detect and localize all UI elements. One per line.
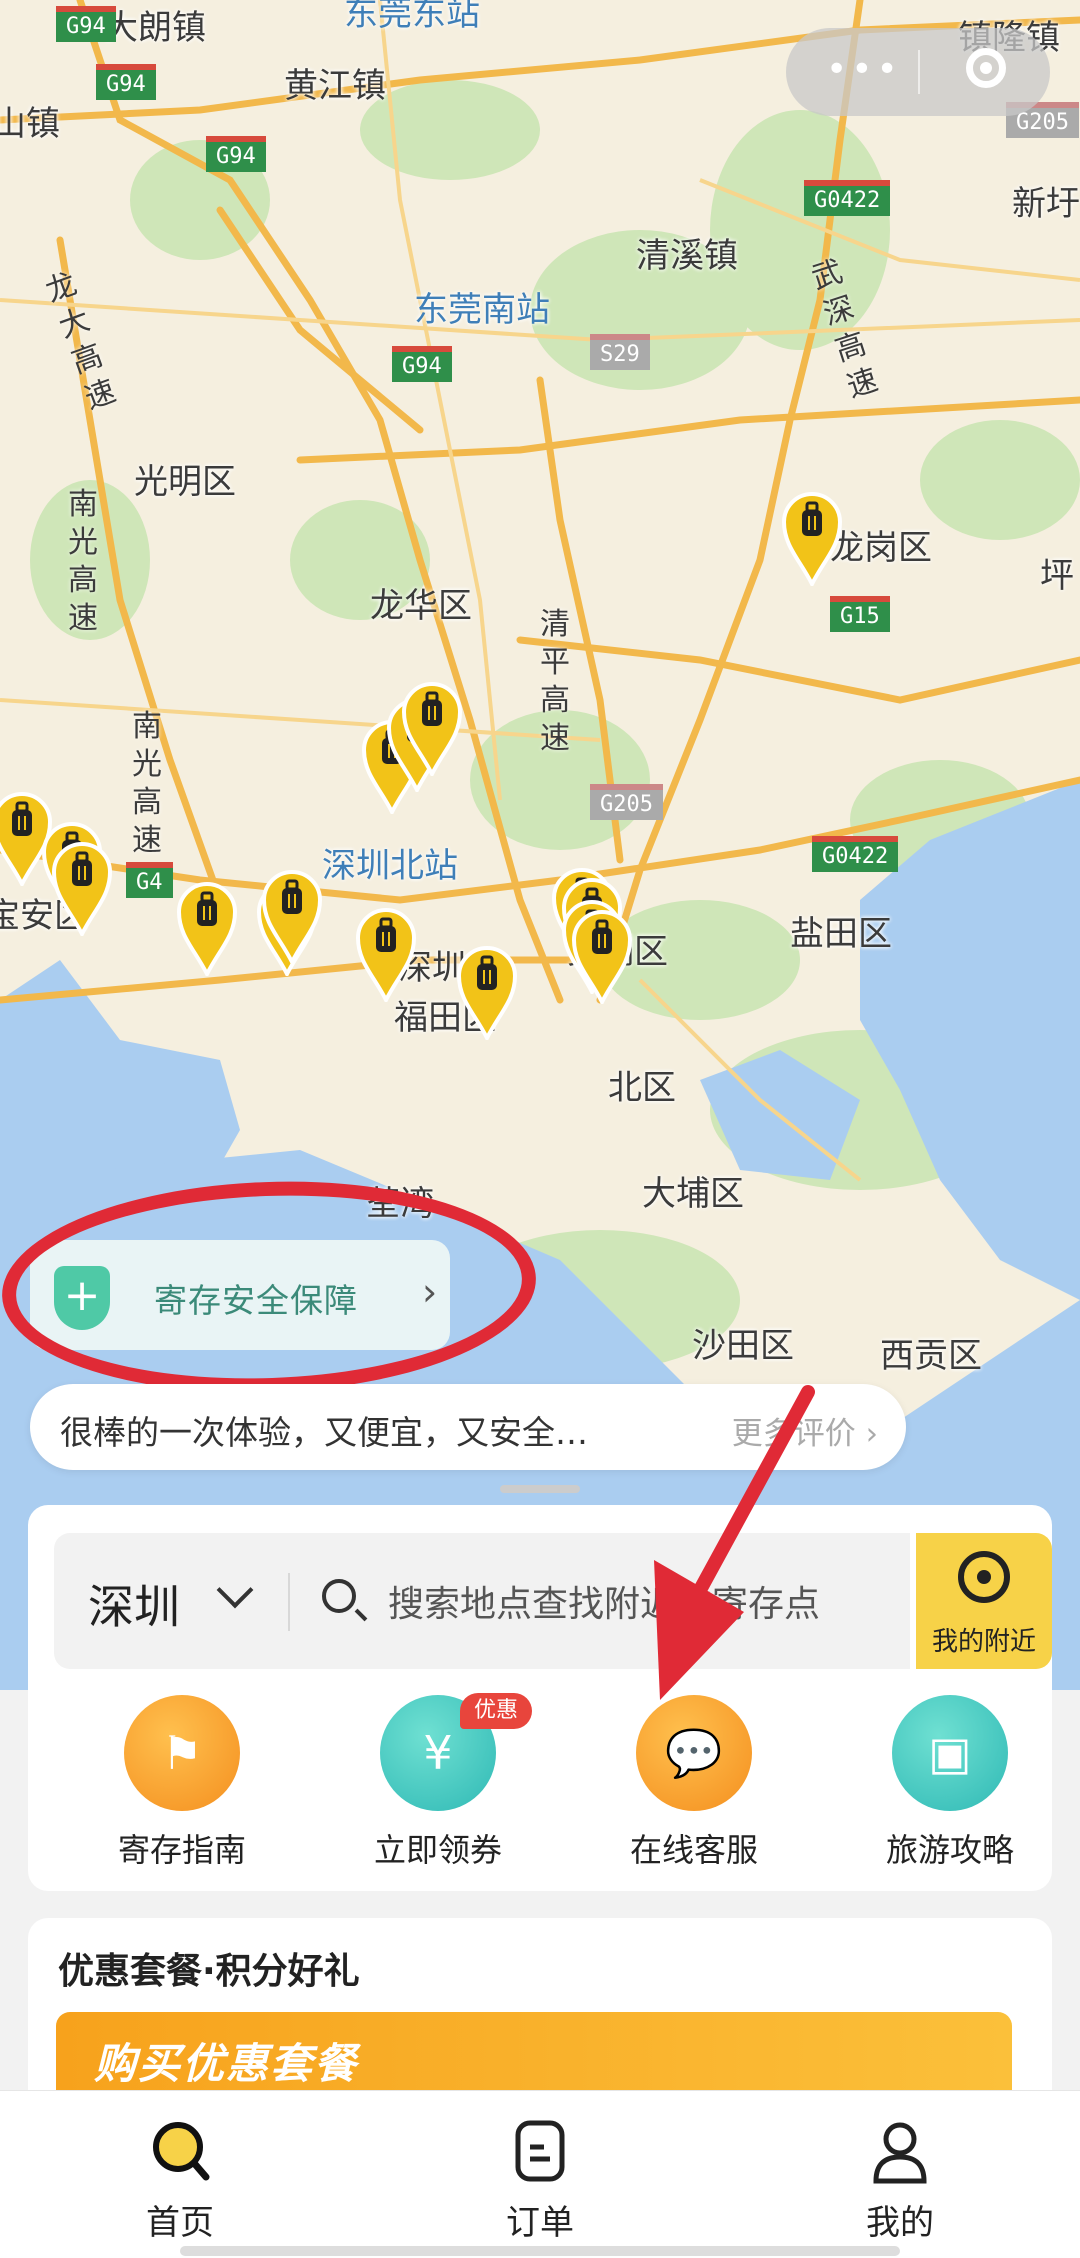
- road-shield-7: S29: [590, 334, 650, 370]
- storage-pin-icon[interactable]: [400, 680, 464, 776]
- tab-home-label: 首页: [146, 2203, 214, 2243]
- locate-icon: [958, 1551, 1010, 1603]
- storage-pin-icon[interactable]: [175, 880, 239, 976]
- promo-card: 优惠套餐·积分好礼 购买优惠套餐: [28, 1918, 1052, 2118]
- search-bar[interactable]: 深圳 搜索地点查找附近的寄存点: [54, 1533, 910, 1669]
- map-label-16: 盐田区: [790, 914, 892, 954]
- tab-orders[interactable]: 订单: [360, 2091, 720, 2258]
- storage-pin-icon[interactable]: [260, 868, 324, 964]
- more-dots-icon[interactable]: •••: [826, 52, 902, 88]
- search-divider: [288, 1573, 290, 1631]
- map-label-20: 大埔区: [642, 1174, 744, 1214]
- tab-orders-label: 订单: [506, 2203, 574, 2243]
- discount-badge: 优惠: [460, 1693, 533, 1729]
- map-label-9: 光明区: [134, 462, 236, 502]
- online-service-label: 在线客服: [629, 1831, 758, 1869]
- my-nearby-label: 我的附近: [931, 1627, 1036, 1657]
- map-road-label-3: 清平高速: [540, 607, 570, 756]
- chat-bubble-icon: 💬: [636, 1695, 752, 1811]
- road-shield-8: G15: [830, 596, 890, 632]
- tab-home[interactable]: 首页: [0, 2091, 360, 2258]
- map-label-10: 龙岗区: [830, 528, 932, 568]
- map-label-22: 西贡区: [880, 1336, 982, 1376]
- quick-get-coupon[interactable]: ¥ 优惠 立即领券: [338, 1693, 538, 1869]
- chevron-down-icon[interactable]: [216, 1571, 254, 1609]
- mini-program-capsule: •••: [786, 28, 1050, 116]
- road-shield-9: G205: [590, 784, 663, 820]
- map-label-4: 山镇: [0, 104, 60, 144]
- storage-pin-icon[interactable]: [570, 908, 634, 1004]
- map-road-label-2: 南光高速: [68, 487, 98, 636]
- my-nearby-button[interactable]: 我的附近: [916, 1533, 1052, 1669]
- bottom-tab-bar: 首页 订单 我的: [0, 2090, 1080, 2258]
- order-icon: [515, 2120, 565, 2182]
- storage-pin-icon[interactable]: [455, 944, 519, 1040]
- road-shield-6: G94: [392, 346, 452, 382]
- storage-guide-label: 寄存指南: [117, 1831, 246, 1869]
- search-icon: [322, 1579, 356, 1613]
- quick-online-service[interactable]: 💬 在线客服: [594, 1695, 794, 1869]
- search-card: 深圳 搜索地点查找附近的寄存点 我的附近 ⚑ 寄存指南 ¥ 优惠 立即领券 💬 …: [28, 1505, 1052, 1891]
- map-road-label-5: 南光高速: [132, 709, 162, 858]
- quick-storage-guide[interactable]: ⚑ 寄存指南: [82, 1695, 282, 1869]
- storage-pin-icon[interactable]: [354, 906, 418, 1002]
- map-label-13: 深圳北站: [322, 846, 458, 886]
- capsule-divider: [918, 50, 920, 94]
- promo-heading: 优惠套餐·积分好礼: [58, 1951, 360, 1992]
- promo-banner-text: 购买优惠套餐: [94, 2039, 359, 2088]
- map-label-7: 清溪镇: [636, 236, 738, 276]
- more-reviews-link[interactable]: 更多评价 ›: [732, 1408, 878, 1453]
- map-label-6: 新圩: [1012, 184, 1080, 224]
- tab-mine-label: 我的: [866, 2203, 934, 2243]
- get-coupon-label: 立即领券: [373, 1831, 502, 1869]
- drag-handle[interactable]: [500, 1485, 580, 1493]
- tab-mine[interactable]: 我的: [720, 2091, 1080, 2258]
- map-label-21: 沙田区: [692, 1326, 794, 1366]
- map-label-1: 大朗镇: [104, 8, 206, 48]
- search-home-icon: [153, 2122, 210, 2181]
- map-label-8: 东莞南站: [414, 290, 550, 330]
- road-shield-10: G0422: [812, 836, 899, 872]
- review-text: 很棒的一次体验，又便宜，又安全…: [60, 1413, 588, 1452]
- travel-guide-label: 旅游攻略: [885, 1831, 1014, 1869]
- profile-icon: [873, 2122, 927, 2184]
- road-shield-1: G94: [56, 6, 116, 42]
- map-label-19: 北区: [608, 1068, 676, 1108]
- storage-pin-icon[interactable]: [50, 840, 114, 936]
- map-label-12: 龙华区: [370, 586, 472, 626]
- map-label-11: 坪: [1040, 556, 1074, 596]
- review-strip[interactable]: 很棒的一次体验，又便宜，又安全… 更多评价 ›: [30, 1384, 906, 1470]
- city-selector[interactable]: 深圳: [88, 1571, 180, 1637]
- road-shield-2: G94: [96, 64, 156, 100]
- road-shield-11: G4: [126, 862, 173, 898]
- storage-pin-icon[interactable]: [780, 490, 844, 586]
- map-label-2: 东莞东站: [344, 0, 480, 34]
- guide-book-icon: ▣: [892, 1695, 1008, 1811]
- map-label-5: 黄江镇: [284, 66, 386, 106]
- target-close-icon[interactable]: [966, 48, 1006, 88]
- road-shield-5: G0422: [804, 180, 891, 216]
- quick-travel-guide[interactable]: ▣ 旅游攻略: [850, 1695, 1050, 1869]
- home-indicator: [180, 2246, 900, 2256]
- search-placeholder[interactable]: 搜索地点查找附近的寄存点: [388, 1575, 820, 1627]
- signpost-icon: ⚑: [124, 1695, 240, 1811]
- road-shield-3: G94: [206, 136, 266, 172]
